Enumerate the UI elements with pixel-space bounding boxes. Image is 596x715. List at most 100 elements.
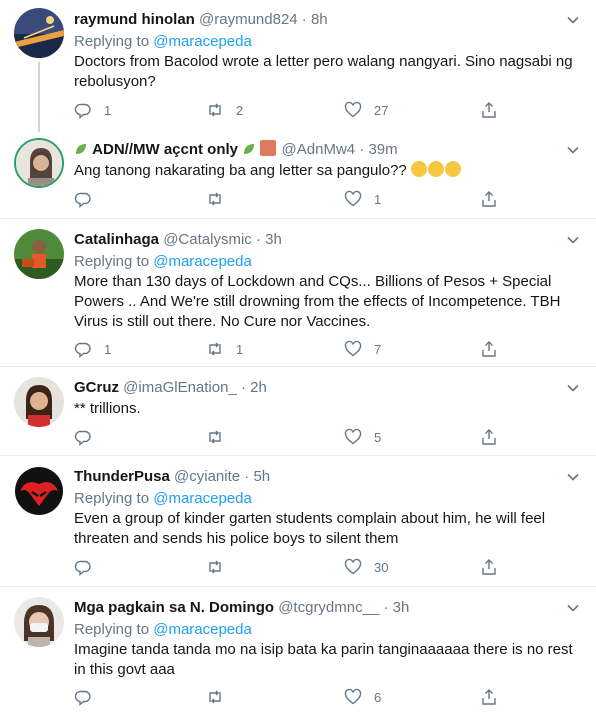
retweet-icon — [209, 192, 221, 206]
retweet-icon — [209, 103, 221, 117]
like-count: 6 — [374, 689, 382, 705]
share-icon — [482, 191, 496, 207]
share-icon — [482, 341, 496, 357]
share-icon — [482, 429, 496, 445]
avatar[interactable] — [14, 466, 64, 516]
tweet[interactable]: raymund hinolan @raymund824 · 8h Replyin… — [0, 0, 596, 132]
heart-icon — [344, 340, 362, 357]
replying-to-link[interactable]: @maracepeda — [153, 33, 252, 50]
chevron-down-icon[interactable] — [566, 601, 580, 615]
heart-icon — [344, 428, 362, 445]
share-button[interactable] — [480, 100, 498, 120]
heart-icon — [344, 190, 362, 207]
reply-icon — [74, 192, 91, 208]
like-button[interactable]: 1 — [344, 189, 381, 209]
retweet-button[interactable] — [206, 687, 236, 707]
leaf-emoji — [76, 144, 86, 154]
chevron-down-icon[interactable] — [566, 233, 580, 247]
replying-to-link[interactable]: @maracepeda — [153, 253, 252, 270]
reply-button[interactable]: 1 — [74, 339, 111, 359]
handle-time[interactable]: @Catalysmic · 3h — [163, 231, 282, 248]
tweet-text: More than 130 days of Lockdown and CQs..… — [74, 273, 561, 330]
tweet-actions: 5 — [74, 427, 504, 447]
reply-button[interactable] — [74, 557, 104, 577]
tweet[interactable]: ThunderPusa @cyianite · 5h Replying to @… — [0, 456, 596, 586]
replying-to-link[interactable]: @maracepeda — [153, 621, 252, 638]
retweet-button[interactable] — [206, 189, 236, 209]
like-count: 5 — [374, 429, 382, 445]
retweet-icon — [209, 560, 221, 574]
reply-button[interactable] — [74, 189, 104, 209]
like-count: 27 — [374, 102, 389, 118]
handle-time[interactable]: @cyianite · 5h — [174, 468, 270, 485]
handle-time[interactable]: @AdnMw4 · 39m — [282, 141, 398, 158]
chevron-down-icon[interactable] — [566, 13, 580, 27]
tweet-actions: 1 1 7 — [74, 339, 504, 359]
heart-icon — [344, 688, 362, 705]
like-button[interactable]: 27 — [344, 100, 388, 120]
thinking-emoji — [427, 161, 444, 177]
leaf-emoji — [244, 144, 255, 154]
avatar[interactable] — [14, 377, 64, 427]
tweet-text: Ang tanong nakarating ba ang letter sa p… — [74, 162, 407, 179]
heart-icon — [344, 558, 362, 575]
chevron-down-icon[interactable] — [566, 143, 580, 157]
display-name[interactable]: raymund hinolan — [74, 11, 195, 28]
share-button[interactable] — [480, 687, 498, 707]
tweet-text: Even a group of kinder garten students c… — [74, 510, 546, 547]
handle-time[interactable]: @tcgrydmnc__ · 3h — [278, 599, 409, 616]
reply-button[interactable] — [74, 427, 104, 447]
collage-emoji — [260, 140, 277, 156]
retweet-icon — [209, 690, 221, 704]
like-button[interactable]: 30 — [344, 557, 388, 577]
retweet-icon — [209, 430, 221, 444]
avatar[interactable] — [14, 597, 64, 647]
like-count: 30 — [374, 559, 389, 575]
rolling-eyes-emoji — [444, 161, 461, 177]
handle-time[interactable]: @raymund824 · 8h — [199, 11, 328, 28]
replying-to-link[interactable]: @maracepeda — [153, 490, 252, 507]
tweet-actions: 1 2 27 — [74, 100, 504, 120]
chevron-down-icon[interactable] — [566, 381, 580, 395]
replying-to: Replying to @maracepeda — [74, 253, 252, 270]
avatar[interactable] — [14, 8, 64, 58]
share-icon — [482, 102, 496, 118]
retweet-button[interactable]: 1 — [206, 339, 243, 359]
like-button[interactable]: 6 — [344, 687, 381, 707]
share-button[interactable] — [480, 557, 498, 577]
retweet-icon — [209, 342, 221, 356]
display-name[interactable]: ThunderPusa — [74, 468, 170, 485]
display-name[interactable]: Mga pagkain sa N. Domingo — [74, 599, 274, 616]
thinking-emoji — [410, 161, 427, 177]
share-icon — [482, 559, 496, 575]
display-name[interactable]: Catalinhaga — [74, 231, 159, 248]
like-button[interactable]: 5 — [344, 427, 381, 447]
like-button[interactable]: 7 — [344, 339, 381, 359]
retweet-button[interactable]: 2 — [206, 100, 243, 120]
tweet[interactable]: ADN//MW açcnt only @AdnMw4 · 39m Ang tan… — [0, 130, 596, 218]
tweet[interactable]: Catalinhaga @Catalysmic · 3h Replying to… — [0, 219, 596, 366]
share-button[interactable] — [480, 427, 498, 447]
tweet-actions: 6 — [74, 687, 504, 707]
retweet-count: 1 — [236, 341, 244, 357]
tweet-text: ** trillions. — [74, 400, 141, 417]
display-name[interactable]: ADN//MW açcnt only — [92, 141, 238, 158]
display-name[interactable]: GCruz — [74, 379, 119, 396]
handle-time[interactable]: @imaGlEnation_ · 2h — [123, 379, 267, 396]
share-button[interactable] — [480, 189, 498, 209]
tweet[interactable]: GCruz @imaGlEnation_ · 2h ** trillions. … — [0, 367, 596, 455]
avatar[interactable] — [14, 138, 64, 188]
thread-line — [38, 62, 40, 132]
reply-button[interactable] — [74, 687, 104, 707]
chevron-down-icon[interactable] — [566, 470, 580, 484]
retweet-button[interactable] — [206, 427, 236, 447]
reply-icon — [74, 103, 91, 119]
reply-icon — [74, 430, 91, 446]
like-count: 7 — [374, 341, 382, 357]
tweet[interactable]: Mga pagkain sa N. Domingo @tcgrydmnc__ ·… — [0, 587, 596, 715]
retweet-button[interactable] — [206, 557, 236, 577]
share-button[interactable] — [480, 339, 498, 359]
tweet-text: Imagine tanda tanda mo na isip bata ka p… — [74, 641, 573, 678]
avatar[interactable] — [14, 229, 64, 279]
reply-button[interactable]: 1 — [74, 100, 111, 120]
